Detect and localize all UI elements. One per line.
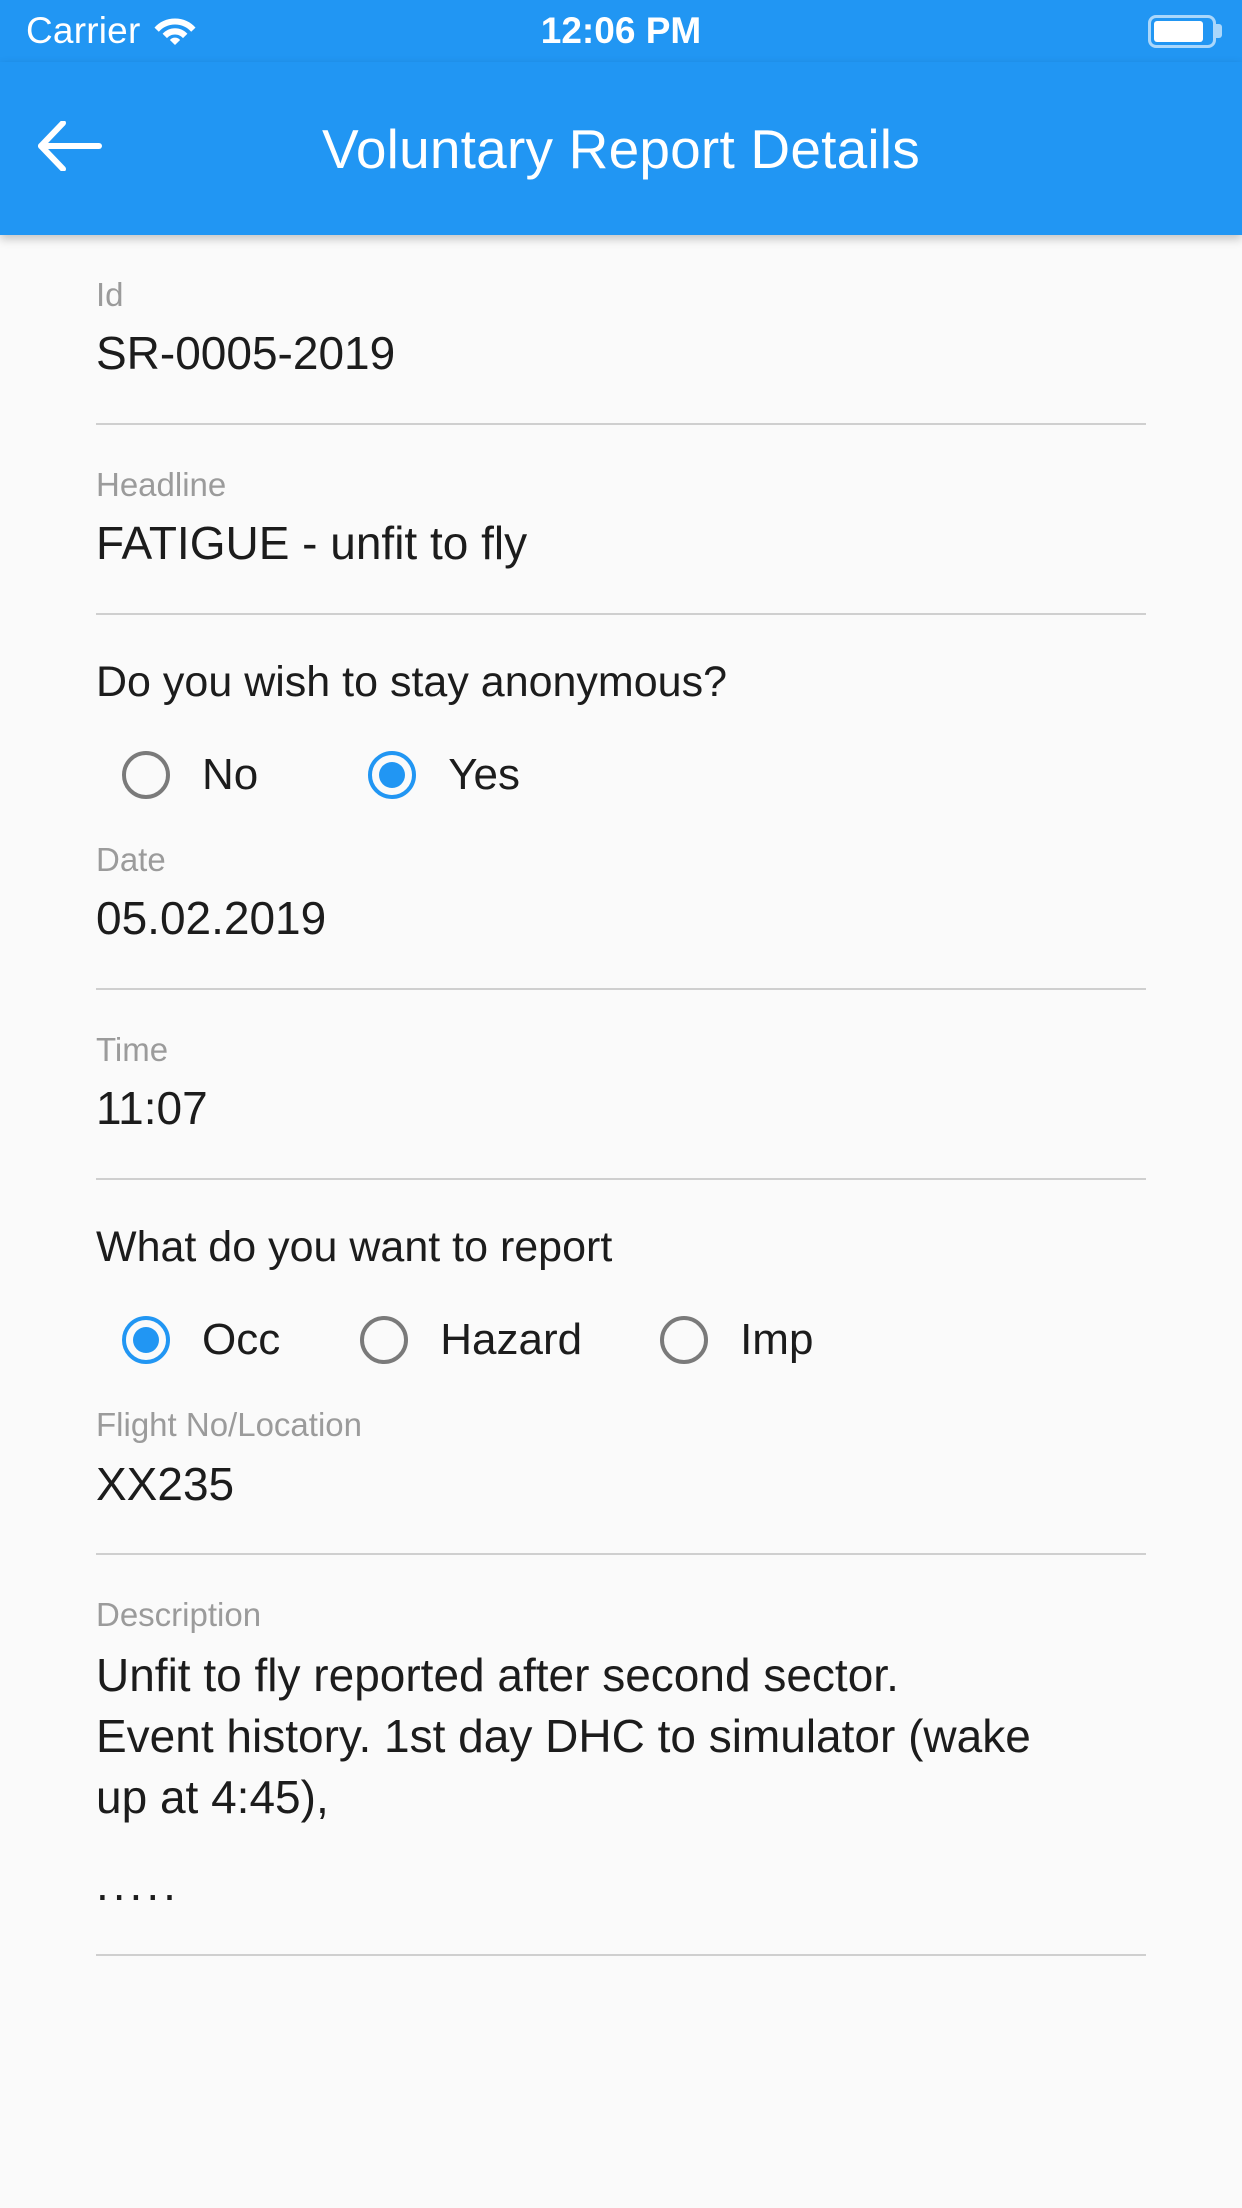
status-bar-left: Carrier <box>26 10 196 52</box>
field-flight: Flight No/Location XX235 <box>96 1365 1146 1513</box>
time-label: Time <box>96 1030 169 1068</box>
field-headline: Headline FATIGUE - unfit to fly <box>96 425 1146 573</box>
flight-value: XX235 <box>96 1457 235 1510</box>
radio-option-hazard[interactable]: Hazard <box>360 1315 582 1365</box>
battery-level-fill <box>1154 20 1204 42</box>
status-bar-right <box>1148 14 1222 48</box>
radio-label-imp: Imp <box>740 1315 814 1365</box>
description-label: Description <box>96 1596 262 1634</box>
field-date: Date 05.02.2019 <box>96 800 1146 948</box>
arrow-left-icon <box>37 120 103 176</box>
radio-icon-hazard[interactable] <box>360 1316 409 1365</box>
date-value: 05.02.2019 <box>96 892 327 945</box>
divider-after-description <box>96 1954 1146 1957</box>
report-type-radio-group: Occ Hazard Imp <box>96 1315 1146 1365</box>
radio-option-occ[interactable]: Occ <box>122 1315 280 1365</box>
report-details-form: Id SR-0005-2019 Headline FATIGUE - unfit… <box>0 235 1242 2208</box>
flight-label: Flight No/Location <box>96 1406 362 1444</box>
battery-icon <box>1148 14 1222 48</box>
field-report-type: What do you want to report Occ Hazard Im… <box>96 1180 1146 1366</box>
description-value: Unfit to fly reported after second secto… <box>96 1649 1031 1823</box>
time-value: 11:07 <box>96 1082 208 1135</box>
radio-option-yes[interactable]: Yes <box>368 750 520 800</box>
field-anonymous: Do you wish to stay anonymous? No Yes <box>96 615 1146 801</box>
status-bar: Carrier 12:06 PM <box>0 0 1242 62</box>
wifi-icon <box>154 13 196 50</box>
back-button[interactable] <box>16 95 124 203</box>
page-title: Voluntary Report Details <box>322 117 920 180</box>
anonymous-radio-group: No Yes <box>96 750 1146 800</box>
radio-option-imp[interactable]: Imp <box>660 1315 813 1365</box>
field-id: Id SR-0005-2019 <box>96 235 1146 383</box>
headline-value: FATIGUE - unfit to fly <box>96 517 528 570</box>
date-label: Date <box>96 841 166 879</box>
radio-icon-no[interactable] <box>122 751 170 800</box>
id-label: Id <box>96 276 124 313</box>
id-value: SR-0005-2019 <box>96 327 396 380</box>
radio-option-no[interactable]: No <box>122 750 258 800</box>
field-time: Time 11:07 <box>96 990 1146 1138</box>
radio-label-yes: Yes <box>448 750 521 800</box>
radio-icon-yes[interactable] <box>368 751 417 800</box>
radio-label-hazard: Hazard <box>440 1315 583 1365</box>
battery-cap <box>1216 24 1222 38</box>
radio-icon-occ[interactable] <box>122 1316 170 1365</box>
radio-label-occ: Occ <box>202 1315 281 1365</box>
radio-label-no: No <box>202 750 259 800</box>
description-ellipsis: ..... <box>96 1857 180 1910</box>
anonymous-question: Do you wish to stay anonymous? <box>96 657 727 706</box>
radio-icon-imp[interactable] <box>660 1316 709 1365</box>
app-bar: Voluntary Report Details <box>0 62 1242 235</box>
report-type-question: What do you want to report <box>96 1222 613 1271</box>
carrier-label: Carrier <box>26 10 141 51</box>
field-description: Description Unfit to fly reported after … <box>96 1555 1146 1914</box>
headline-label: Headline <box>96 465 227 503</box>
